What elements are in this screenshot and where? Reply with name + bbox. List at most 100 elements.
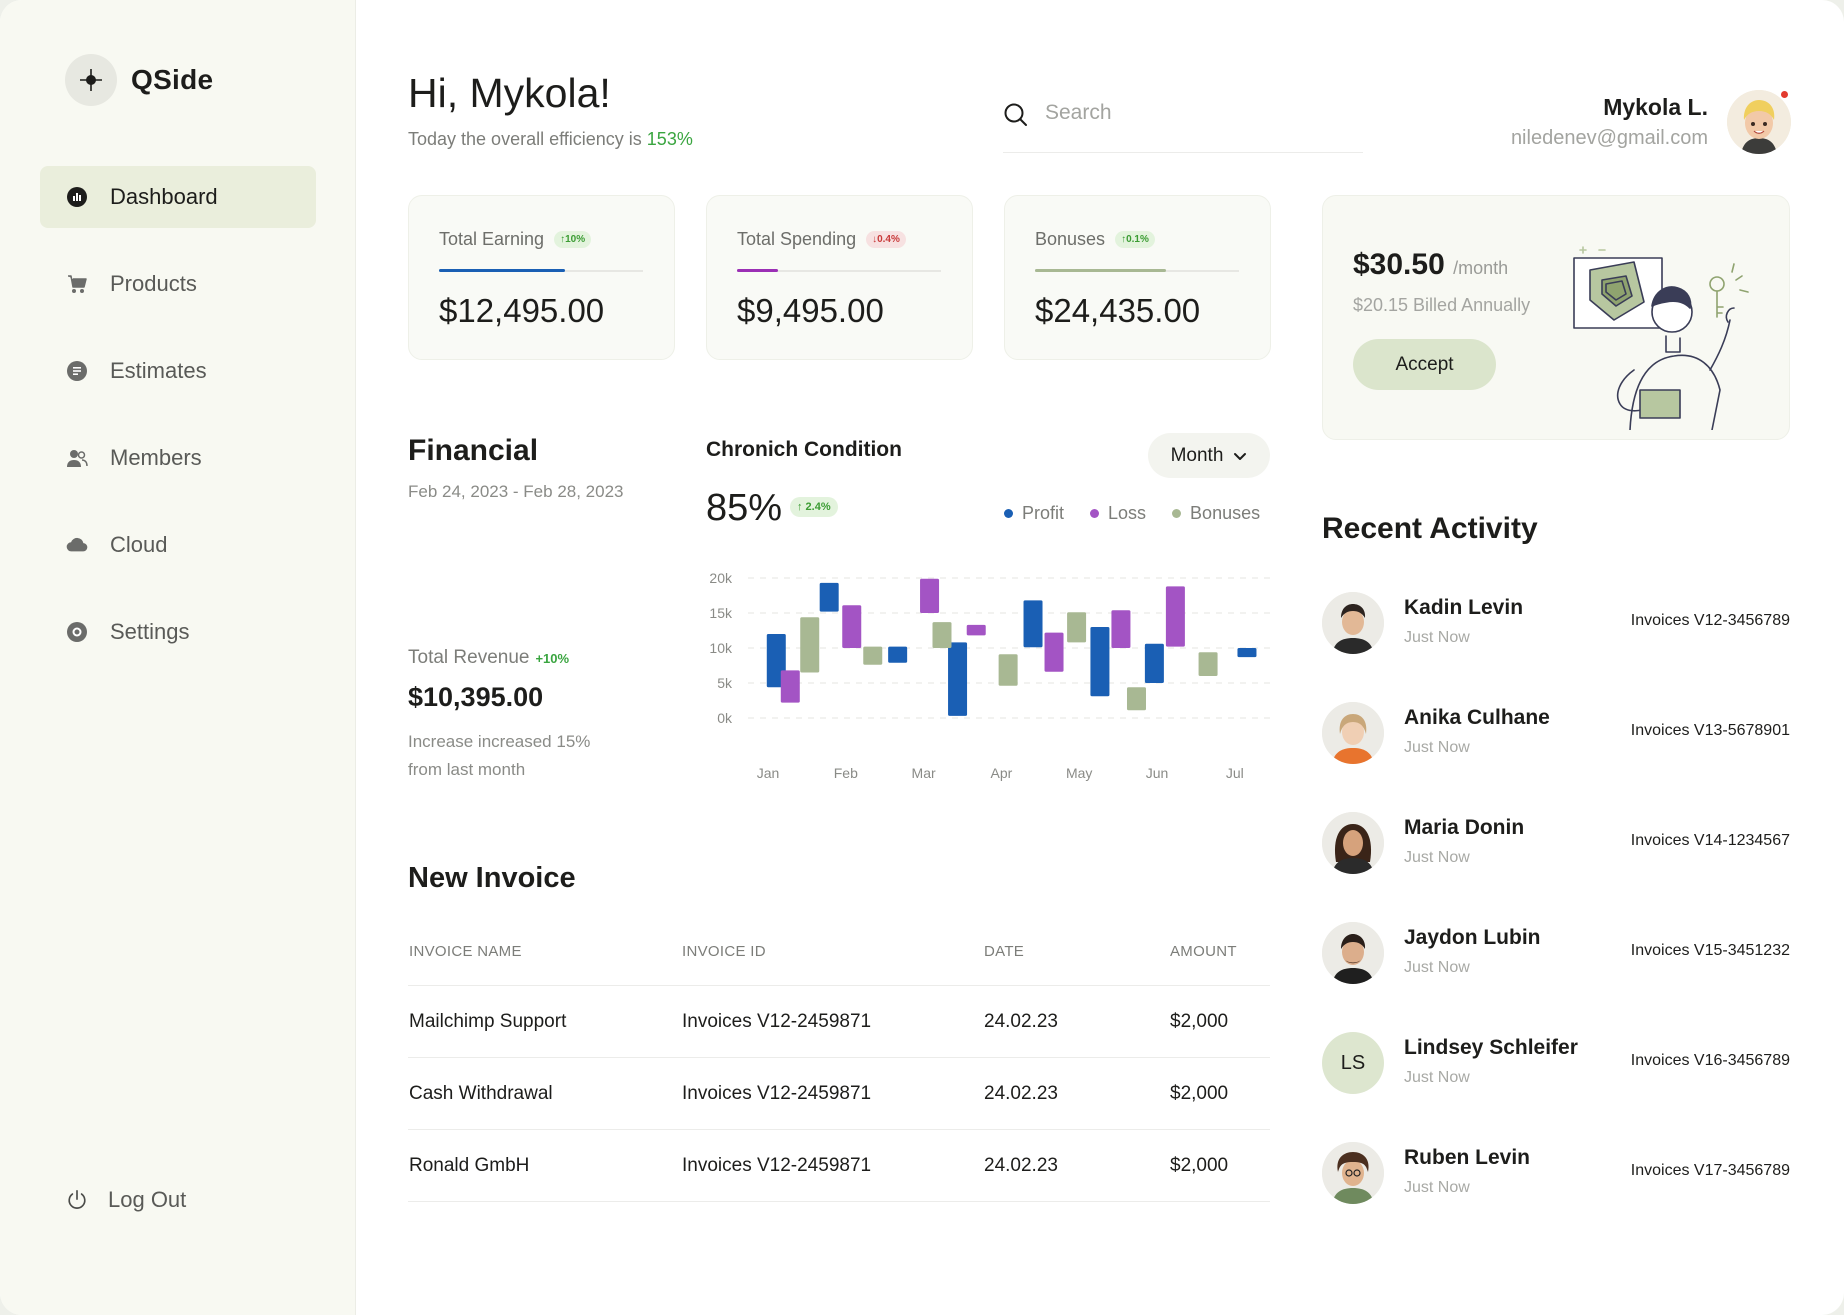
x-tick-label: Jan	[757, 765, 780, 781]
activity-name: Maria Donin	[1404, 816, 1525, 839]
x-tick-label: Apr	[991, 765, 1013, 781]
activity-invoice[interactable]: Invoices V16-3456789	[1631, 1052, 1790, 1070]
column-header[interactable]: INVOICE NAME	[409, 925, 522, 979]
column-header[interactable]: INVOICE ID	[682, 925, 766, 979]
list-item[interactable]: Kadin Levin Just Now Invoices V12-345678…	[1322, 590, 1790, 700]
sidebar-item-members[interactable]: Members	[40, 427, 316, 489]
avatar	[1322, 922, 1384, 984]
invoice-date: 24.02.23	[984, 1083, 1058, 1104]
chart-bar-profit	[1023, 600, 1043, 648]
legend-label: Loss	[1108, 503, 1147, 523]
column-header[interactable]: AMOUNT	[1170, 925, 1237, 979]
chart-bar-loss	[920, 578, 940, 613]
sidebar-item-products[interactable]: Products	[40, 253, 316, 315]
y-tick-label: 10k	[709, 640, 733, 656]
sidebar-item-cloud[interactable]: Cloud	[40, 514, 316, 576]
accept-button[interactable]: Accept	[1353, 339, 1496, 390]
chart-bar-bonuses	[863, 646, 883, 665]
activity-invoice[interactable]: Invoices V12-3456789	[1631, 612, 1790, 630]
legend-dot	[1090, 509, 1100, 518]
invoice-table: INVOICE NAME INVOICE ID DATE AMOUNT Mail…	[408, 925, 1270, 1202]
page-title: Hi, Mykola!	[408, 70, 611, 116]
stat-progress-fill	[439, 269, 566, 272]
legend-label: Profit	[1022, 503, 1065, 523]
x-tick-label: Jun	[1146, 765, 1169, 781]
x-tick-label: May	[1066, 765, 1092, 781]
activity-invoice[interactable]: Invoices V15-3451232	[1631, 942, 1790, 960]
list-item[interactable]: Maria Donin Just Now Invoices V14-123456…	[1322, 810, 1790, 920]
invoice-date: 24.02.23	[984, 1155, 1058, 1176]
search-input[interactable]	[1045, 101, 1325, 125]
user-email: niledenev@gmail.com	[1510, 127, 1708, 149]
brand[interactable]: QSide	[65, 54, 213, 106]
activity-list: Kadin Levin Just Now Invoices V12-345678…	[1322, 590, 1790, 1250]
efficiency-value: 153%	[646, 129, 693, 149]
search-icon[interactable]	[1003, 102, 1029, 133]
brand-name: QSide	[131, 64, 214, 95]
invoice-amount: $2,000	[1170, 1155, 1229, 1176]
invoice-name: Mailchimp Support	[409, 1011, 567, 1032]
chart-bar-bonuses	[998, 654, 1018, 686]
sidebar: QSide Dashboard Products Estimates Membe…	[0, 0, 356, 1315]
list-item[interactable]: Jaydon Lubin Just Now Invoices V15-34512…	[1322, 920, 1790, 1030]
stat-card-total-earning: Total Earning ↑10% $12,495.00	[408, 195, 675, 360]
legend-dot	[1004, 509, 1013, 518]
logout-button[interactable]: Log Out	[66, 1187, 186, 1213]
list-item[interactable]: Ruben Levin Just Now Invoices V17-345678…	[1322, 1140, 1790, 1250]
activity-invoice[interactable]: Invoices V13-5678901	[1631, 722, 1790, 740]
sidebar-nav: Dashboard Products Estimates Members Clo…	[40, 166, 316, 688]
stat-progress-bar	[439, 269, 643, 272]
document-icon	[66, 360, 88, 382]
activity-name: Lindsey Schleifer	[1404, 1036, 1578, 1059]
legend-dot	[1172, 509, 1182, 518]
avatar	[1322, 592, 1384, 654]
financial-chart: 0k 5k 10k 15k 20k Jan Feb Mar Apr May Jun Jul	[709, 570, 1272, 781]
y-tick-label: 5k	[717, 675, 733, 691]
promo-period: /month	[1453, 258, 1509, 278]
chart-bar-loss	[1044, 632, 1064, 672]
sidebar-item-dashboard[interactable]: Dashboard	[40, 166, 316, 228]
user-name: Mykola L.	[1603, 94, 1708, 120]
invoice-name: Ronald GmbH	[409, 1155, 530, 1176]
period-dropdown[interactable]: Month	[1148, 433, 1270, 478]
sidebar-item-settings[interactable]: Settings	[40, 601, 316, 663]
chart-bar-loss	[1111, 610, 1131, 648]
stat-progress-bar	[1035, 269, 1239, 272]
table-row[interactable]: Ronald GmbH Invoices V12-2459871 24.02.2…	[408, 1130, 1270, 1202]
app-window: QSide Dashboard Products Estimates Membe…	[0, 0, 1844, 1315]
logout-label: Log Out	[108, 1187, 187, 1212]
activity-time: Just Now	[1404, 849, 1470, 866]
sidebar-item-label: Estimates	[110, 358, 207, 383]
activity-name: Ruben Levin	[1404, 1146, 1531, 1169]
activity-invoice[interactable]: Invoices V17-3456789	[1631, 1162, 1790, 1180]
revenue-note: Increase increased 15% from last month	[408, 732, 591, 779]
avatar[interactable]	[1727, 90, 1791, 154]
list-item[interactable]: Anika Culhane Just Now Invoices V13-5678…	[1322, 700, 1790, 810]
notification-dot	[1780, 90, 1789, 99]
activity-invoice[interactable]: Invoices V14-1234567	[1631, 832, 1790, 850]
legend-item-loss[interactable]: Loss	[1090, 503, 1146, 524]
chart-bar-profit	[948, 642, 968, 716]
chart-bar-profit	[1090, 627, 1110, 697]
column-header[interactable]: DATE	[984, 925, 1024, 979]
invoice-amount: $2,000	[1170, 1083, 1229, 1104]
legend-item-profit[interactable]: Profit	[1004, 503, 1064, 524]
avatar-initials: LS	[1322, 1032, 1384, 1094]
chart-bar-bonuses	[1198, 652, 1218, 676]
promo-price: $30.50 /month	[1353, 248, 1508, 282]
sidebar-item-estimates[interactable]: Estimates	[40, 340, 316, 402]
table-row[interactable]: Mailchimp Support Invoices V12-2459871 2…	[408, 986, 1270, 1058]
invoice-id: Invoices V12-2459871	[682, 1155, 872, 1176]
subscription-card: $30.50 /month $20.15 Billed Annually Acc…	[1322, 195, 1790, 440]
sidebar-item-label: Cloud	[110, 532, 168, 557]
legend-item-bonuses[interactable]: Bonuses	[1172, 503, 1260, 524]
table-row[interactable]: Cash Withdrawal Invoices V12-2459871 24.…	[408, 1058, 1270, 1130]
efficiency-subtitle: Today the overall efficiency is 153%	[408, 129, 693, 150]
trend-badge: ↑10%	[554, 231, 592, 248]
chevron-down-icon	[1234, 452, 1247, 460]
list-item[interactable]: LS Lindsey Schleifer Just Now Invoices V…	[1322, 1030, 1790, 1140]
chart-trend-badge: ↑ 2.4%	[790, 497, 838, 517]
activity-time: Just Now	[1404, 739, 1470, 756]
invoice-amount: $2,000	[1170, 1011, 1229, 1032]
invoice-id: Invoices V12-2459871	[682, 1011, 872, 1032]
